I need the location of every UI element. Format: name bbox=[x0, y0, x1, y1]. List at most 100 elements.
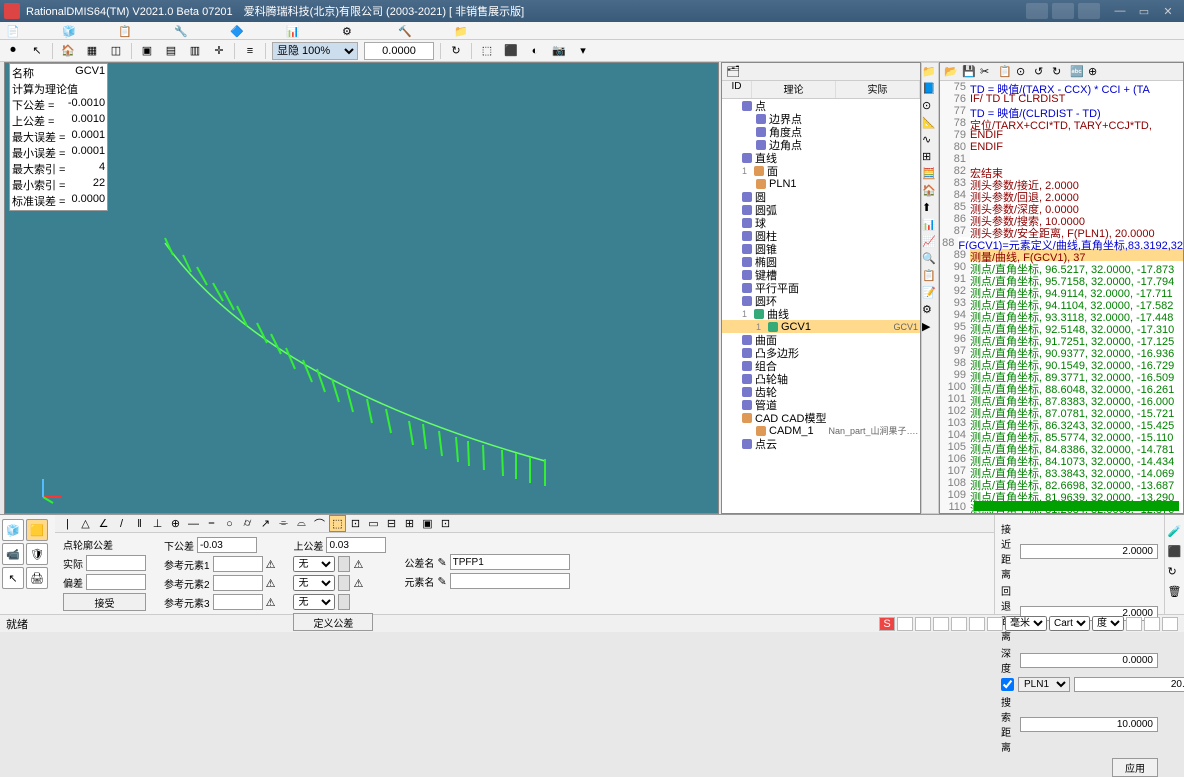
minimize-button[interactable]: — bbox=[1108, 3, 1132, 19]
geo-selected-icon[interactable]: ⬚ bbox=[329, 515, 346, 532]
menu-icon-1[interactable]: 📄 bbox=[6, 25, 18, 37]
geo-straight-icon[interactable]: ⎯ bbox=[203, 515, 220, 532]
approach-input[interactable] bbox=[1020, 544, 1158, 559]
geo-pipe-icon[interactable]: ‖ bbox=[131, 515, 148, 532]
maximize-button[interactable]: ▭ bbox=[1132, 3, 1156, 19]
menu-icon-2[interactable]: 🧊 bbox=[62, 25, 74, 37]
dock-icon-2[interactable]: ⬛ bbox=[1168, 545, 1182, 559]
menu-icon-5[interactable]: 🔷 bbox=[230, 25, 242, 37]
strip-icon-13[interactable]: 📋 bbox=[922, 269, 938, 285]
code-tool-g[interactable]: ⊕ bbox=[1088, 65, 1102, 79]
titlebar-btn-1[interactable] bbox=[1026, 3, 1048, 19]
strip-icon-7[interactable]: 🧮 bbox=[922, 167, 938, 183]
menu-icon-6[interactable]: 📊 bbox=[286, 25, 298, 37]
strip-icon-16[interactable]: ▶ bbox=[922, 320, 938, 336]
geo-ext4-icon[interactable]: ▣ bbox=[419, 515, 436, 532]
geo-slash-icon[interactable]: / bbox=[113, 515, 130, 532]
menu-icon-4[interactable]: 🔧 bbox=[174, 25, 186, 37]
strip-icon-12[interactable]: 🔍 bbox=[922, 252, 938, 268]
ref3-select[interactable]: 无 bbox=[293, 594, 335, 610]
code-tool-c[interactable]: ⊙ bbox=[1016, 65, 1030, 79]
mode-3[interactable]: 📹 bbox=[2, 543, 24, 565]
tool-btn-a[interactable]: ⬚ bbox=[478, 42, 496, 60]
feature-tree[interactable]: 点边界点角度点边角点直线1面PLN1圆圆弧球圆柱圆锥椭圆键槽平行平面圆环1曲线1… bbox=[722, 99, 920, 513]
tree-node[interactable]: 1曲线 bbox=[722, 307, 920, 320]
tool-btn-record[interactable]: ⏺ bbox=[4, 42, 22, 60]
strip-icon-11[interactable]: 📈 bbox=[922, 235, 938, 251]
status-icon-e[interactable] bbox=[951, 617, 967, 631]
strip-icon-8[interactable]: 🏠 bbox=[922, 184, 938, 200]
strip-icon-6[interactable]: ⊞ bbox=[922, 150, 938, 166]
lower-input[interactable] bbox=[197, 537, 257, 553]
ref1-select[interactable]: 无 bbox=[293, 556, 335, 572]
menu-icon-3[interactable]: 📋 bbox=[118, 25, 130, 37]
tree-node[interactable]: 点云 bbox=[722, 437, 920, 450]
status-icon-i[interactable] bbox=[1144, 617, 1160, 631]
status-icon-b[interactable] bbox=[897, 617, 913, 631]
geo-ext3-icon[interactable]: ⊞ bbox=[401, 515, 418, 532]
code-tool-save[interactable]: 💾 bbox=[962, 65, 976, 79]
code-tool-open[interactable]: 📂 bbox=[944, 65, 958, 79]
geo-ext1-icon[interactable]: ▭ bbox=[365, 515, 382, 532]
tool-btn-b[interactable]: ⬛ bbox=[502, 42, 520, 60]
deg-select[interactable]: 度 bbox=[1092, 616, 1124, 631]
ref2-input[interactable] bbox=[213, 575, 263, 591]
code-tool-a[interactable]: ✂ bbox=[980, 65, 994, 79]
tool-btn-cube[interactable]: ◫ bbox=[107, 42, 125, 60]
accept-button[interactable]: 接受 bbox=[63, 593, 146, 611]
ref3-spin[interactable] bbox=[338, 594, 350, 610]
close-button[interactable]: ✕ bbox=[1156, 3, 1180, 19]
elemname-input[interactable] bbox=[450, 573, 570, 589]
code-tool-b[interactable]: 📋 bbox=[998, 65, 1012, 79]
status-icon-c[interactable] bbox=[915, 617, 931, 631]
safe-input[interactable] bbox=[1074, 677, 1184, 692]
menu-icon-8[interactable]: 🔨 bbox=[398, 25, 410, 37]
status-icon-d[interactable] bbox=[933, 617, 949, 631]
geo-pos-icon[interactable]: ⊡ bbox=[347, 515, 364, 532]
menu-icon-7[interactable]: ⚙ bbox=[342, 25, 354, 37]
ref2-select[interactable]: 无 bbox=[293, 575, 335, 591]
geo-perp-icon[interactable]: ⊥ bbox=[149, 515, 166, 532]
ref1-input[interactable] bbox=[213, 556, 263, 572]
tool-btn-refresh[interactable]: ↻ bbox=[447, 42, 465, 60]
mode-2[interactable]: 🟨 bbox=[26, 519, 48, 541]
search-input[interactable] bbox=[1020, 717, 1158, 732]
code-tool-e[interactable]: ↻ bbox=[1052, 65, 1066, 79]
offset-input[interactable] bbox=[86, 574, 146, 590]
titlebar-btn-2[interactable] bbox=[1052, 3, 1074, 19]
viewport-3d[interactable]: 名称GCV1 计算为理论值 下公差 =-0.0010 上公差 =0.0010 最… bbox=[4, 62, 719, 514]
strip-icon-3[interactable]: ⊙ bbox=[922, 99, 938, 115]
geo-prof-icon[interactable]: ⌓ bbox=[293, 515, 310, 532]
geo-line-icon[interactable]: | bbox=[59, 515, 76, 532]
mode-4[interactable]: 🛡 bbox=[26, 543, 48, 565]
geo-angle-icon[interactable]: ∠ bbox=[95, 515, 112, 532]
tool-btn-home[interactable]: 🏠 bbox=[59, 42, 77, 60]
tool-btn-d[interactable]: 📷 bbox=[550, 42, 568, 60]
tool-btn-c[interactable]: ◐ bbox=[526, 42, 544, 60]
offset-input[interactable] bbox=[364, 42, 434, 60]
geo-lprof-icon[interactable]: ⌒ bbox=[311, 515, 328, 532]
geo-ext2-icon[interactable]: ⊟ bbox=[383, 515, 400, 532]
coord-select[interactable]: Cart bbox=[1049, 616, 1090, 631]
geo-round-icon[interactable]: ○ bbox=[221, 515, 238, 532]
strip-icon-2[interactable]: 📘 bbox=[922, 82, 938, 98]
strip-icon-5[interactable]: ∿ bbox=[922, 133, 938, 149]
apply-button[interactable]: 应用 bbox=[1112, 758, 1158, 777]
strip-icon-14[interactable]: 📝 bbox=[922, 286, 938, 302]
code-editor[interactable]: 75 TD = 映值/(TARX - CCX) * CCI + (TA76 IF… bbox=[940, 81, 1183, 513]
dock-icon-4[interactable]: 🗑 bbox=[1168, 585, 1182, 599]
status-icon-f[interactable] bbox=[969, 617, 985, 631]
tree-node[interactable]: CAD CAD模型 bbox=[722, 411, 920, 424]
tool-btn-view1[interactable]: ▣ bbox=[138, 42, 156, 60]
tool-btn-axes[interactable]: ✛ bbox=[210, 42, 228, 60]
tree-node[interactable]: 1面 bbox=[722, 164, 920, 177]
geo-cyl-icon[interactable]: ⌭ bbox=[239, 515, 256, 532]
code-tool-d[interactable]: ↺ bbox=[1034, 65, 1048, 79]
geo-symm-icon[interactable]: ⌯ bbox=[275, 515, 292, 532]
mode-5[interactable]: ↖ bbox=[2, 567, 24, 589]
tool-btn-grid[interactable]: ▦ bbox=[83, 42, 101, 60]
tree-tool-icon[interactable]: 🗂 bbox=[726, 65, 740, 78]
tool-btn-pick[interactable]: ↖ bbox=[28, 42, 46, 60]
menu-icon-9[interactable]: 📁 bbox=[454, 25, 466, 37]
tool-btn-view3[interactable]: ▥ bbox=[186, 42, 204, 60]
